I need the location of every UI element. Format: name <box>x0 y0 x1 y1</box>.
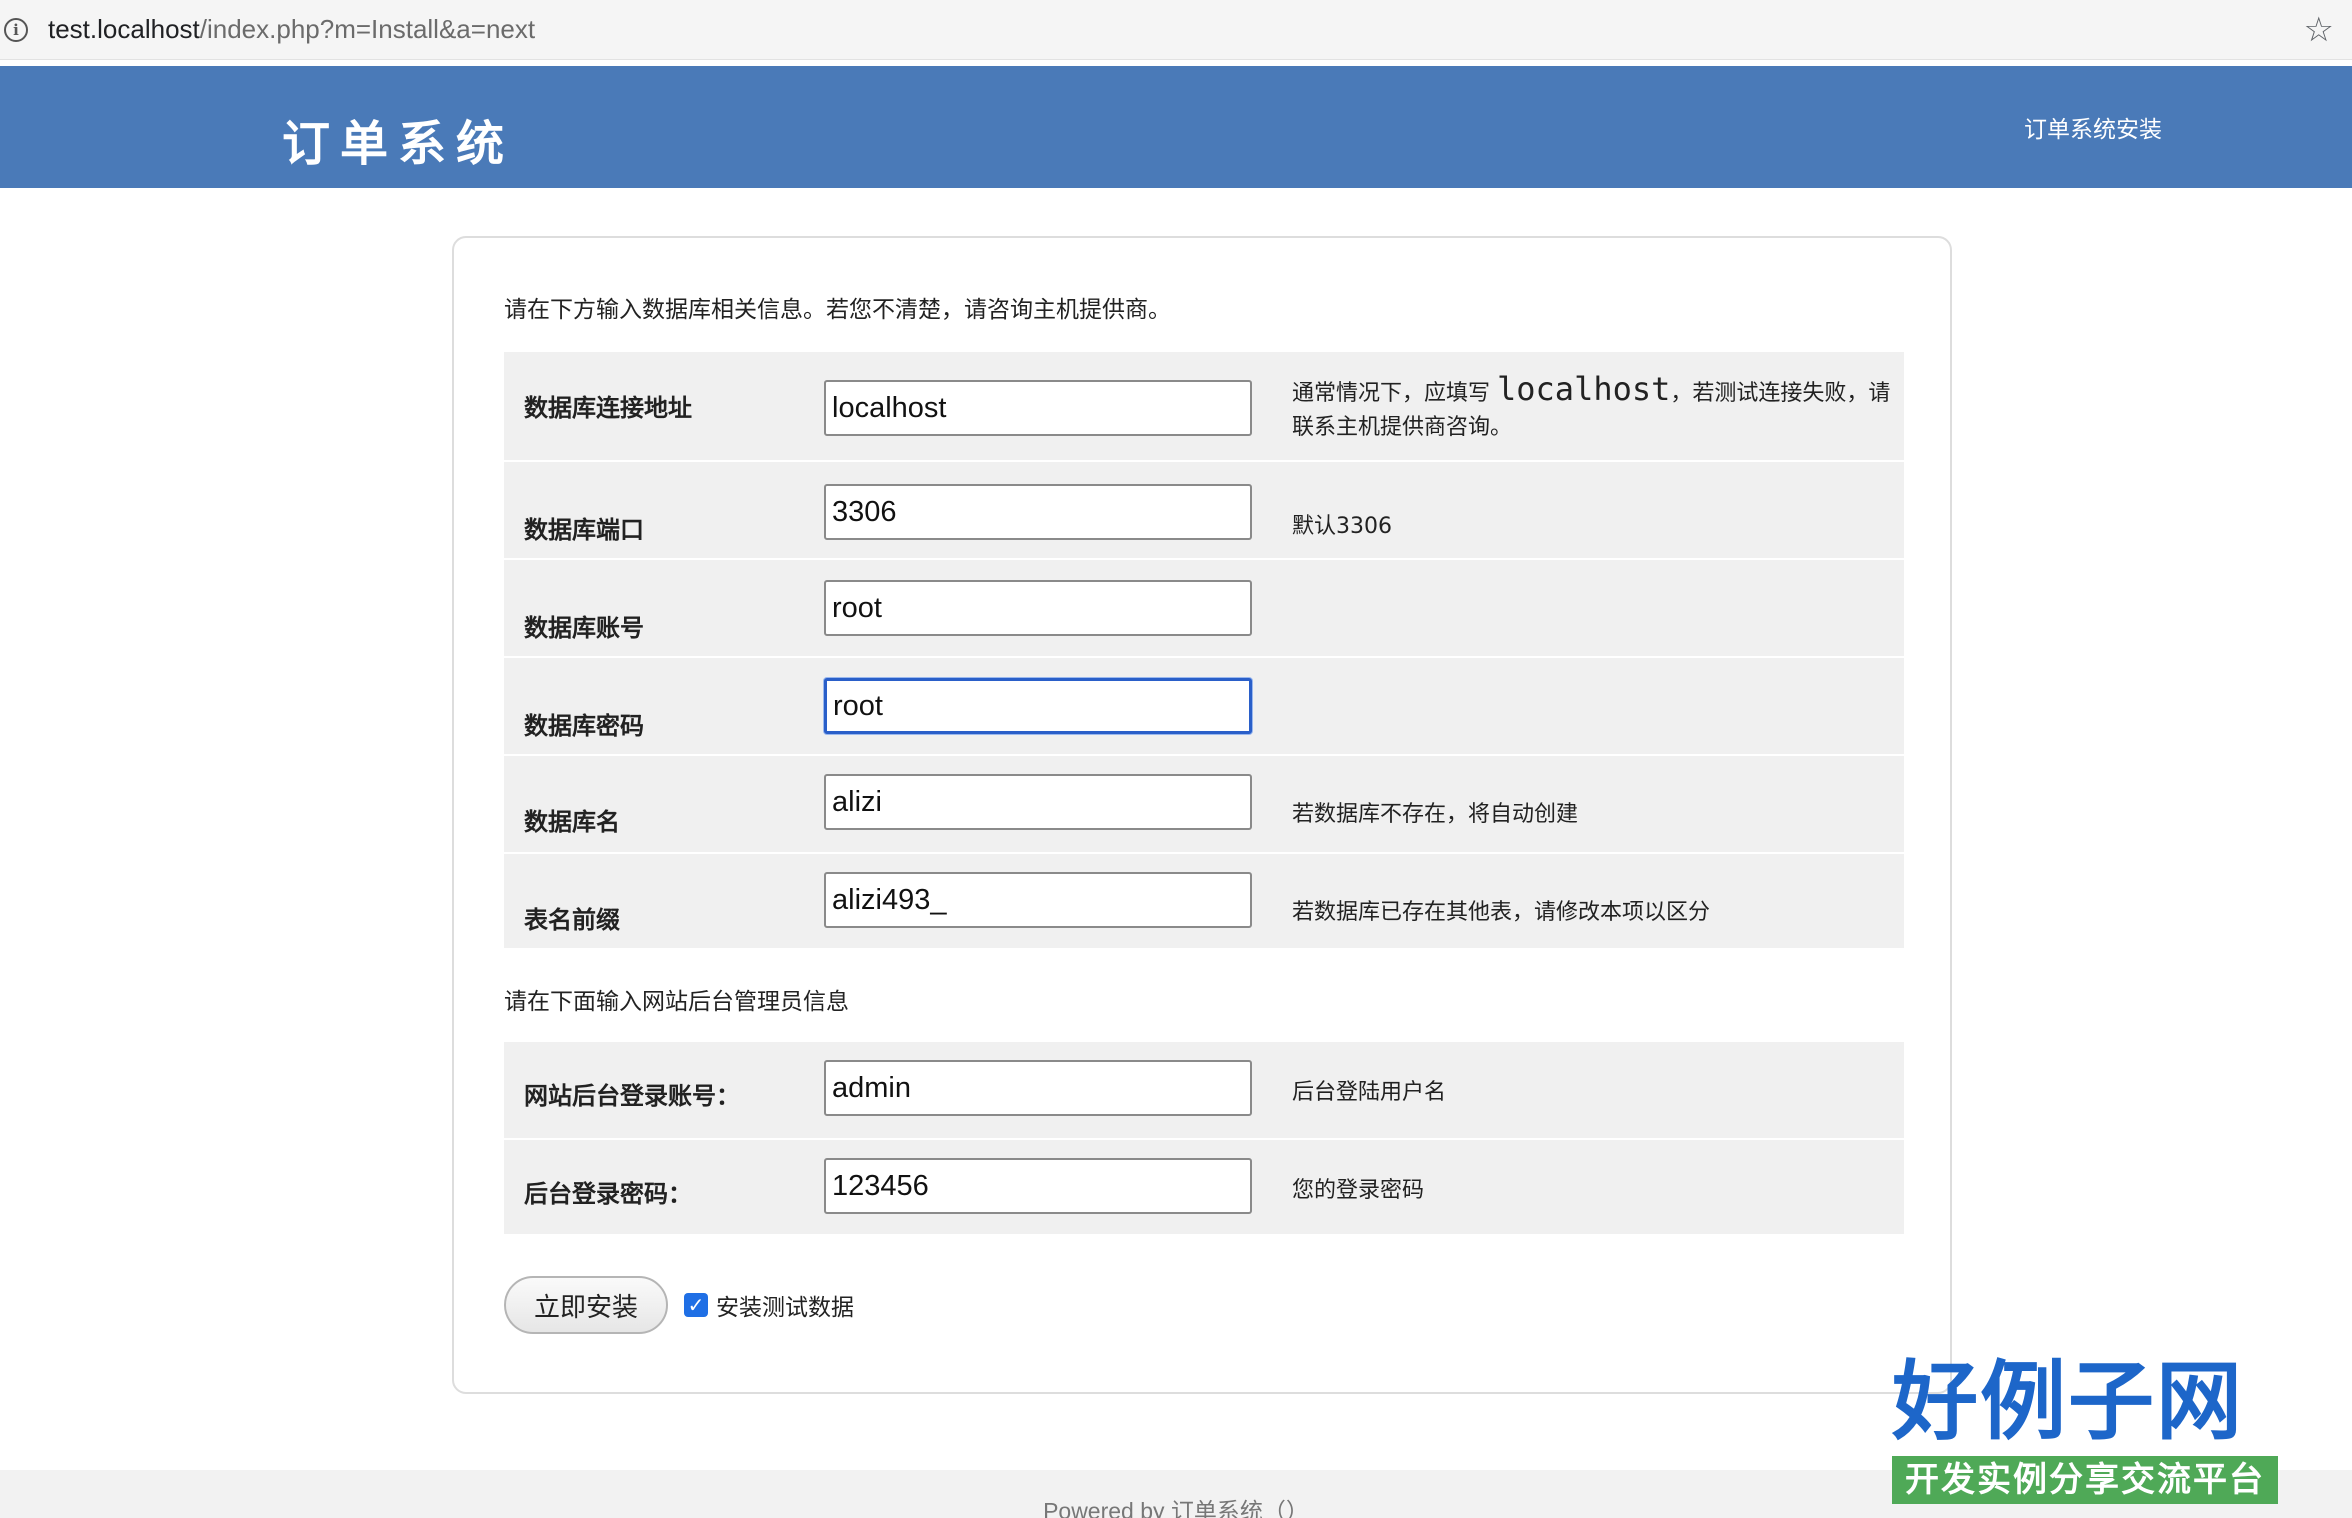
table-row: 表名前缀 若数据库已存在其他表，请修改本项以区分 <box>504 854 1904 950</box>
admin-password-input[interactable] <box>824 1158 1252 1214</box>
admin-account-input[interactable] <box>824 1060 1252 1116</box>
db-name-hint: 若数据库不存在，将自动创建 <box>1292 802 1579 827</box>
table-prefix-input[interactable] <box>824 872 1252 928</box>
admin-settings-table: 网站后台登录账号： 后台登陆用户名 后台登录密码： 您的登录密码 <box>504 1042 1904 1236</box>
url-text[interactable]: test.localhost/index.php?m=Install&a=nex… <box>48 14 535 45</box>
db-name-label: 数据库名 <box>524 808 620 836</box>
checkbox-checked-icon[interactable]: ✓ <box>684 1293 708 1317</box>
test-data-checkbox[interactable]: ✓ 安装测试数据 <box>684 1288 854 1322</box>
db-password-label: 数据库密码 <box>524 712 644 740</box>
db-intro-text: 请在下方输入数据库相关信息。若您不清楚，请咨询主机提供商。 <box>504 297 1171 323</box>
admin-password-label: 后台登录密码： <box>524 1180 692 1208</box>
admin-account-hint: 后台登陆用户名 <box>1292 1080 1447 1105</box>
form-actions: 立即安装 ✓ 安装测试数据 <box>504 1276 854 1334</box>
install-panel: 请在下方输入数据库相关信息。若您不清楚，请咨询主机提供商。 数据库连接地址 通常… <box>452 236 1952 1394</box>
db-user-input[interactable] <box>824 580 1252 636</box>
table-row: 数据库名 若数据库不存在，将自动创建 <box>504 756 1904 854</box>
table-row: 网站后台登录账号： 后台登陆用户名 <box>504 1042 1904 1140</box>
db-password-input[interactable] <box>824 678 1252 734</box>
site-header: 订单系统 订单系统安装 <box>0 66 2352 188</box>
table-prefix-label: 表名前缀 <box>524 906 620 934</box>
site-logo[interactable]: 订单系统 <box>282 104 514 174</box>
admin-password-hint: 您的登录密码 <box>1292 1178 1425 1203</box>
db-host-input[interactable] <box>824 380 1252 436</box>
db-host-hint: 通常情况下，应填写 localhost，若测试连接失败，请联系主机提供商咨询。 <box>1292 372 1892 445</box>
table-row: 数据库账号 <box>504 560 1904 658</box>
table-row: 后台登录密码： 您的登录密码 <box>504 1140 1904 1236</box>
table-row: 数据库连接地址 通常情况下，应填写 localhost，若测试连接失败，请联系主… <box>504 352 1904 462</box>
url-host: test.localhost <box>48 14 200 44</box>
bookmark-star-icon[interactable]: ☆ <box>2304 10 2334 50</box>
db-port-hint: 默认3306 <box>1292 514 1392 539</box>
table-prefix-hint: 若数据库已存在其他表，请修改本项以区分 <box>1292 900 1711 925</box>
db-host-label: 数据库连接地址 <box>524 394 692 422</box>
db-host-hint-text: 通常情况下，应填写 <box>1292 381 1497 406</box>
db-name-input[interactable] <box>824 774 1252 830</box>
install-now-button[interactable]: 立即安装 <box>504 1276 668 1334</box>
db-host-hint-code: localhost <box>1497 370 1671 408</box>
admin-account-label: 网站后台登录账号： <box>524 1082 740 1110</box>
watermark-logo: 好例子网 开发实例分享交流平台 <box>1892 1352 2278 1510</box>
db-settings-table: 数据库连接地址 通常情况下，应填写 localhost，若测试连接失败，请联系主… <box>504 352 1904 950</box>
nav-install-link[interactable]: 订单系统安装 <box>2024 110 2162 144</box>
db-user-label: 数据库账号 <box>524 614 644 642</box>
watermark-brand-name: 好例子网 <box>1892 1351 2244 1452</box>
db-port-input[interactable] <box>824 484 1252 540</box>
url-path: /index.php?m=Install&a=next <box>199 14 536 44</box>
table-row: 数据库端口 默认3306 <box>504 462 1904 560</box>
admin-intro-text: 请在下面输入网站后台管理员信息 <box>504 989 849 1015</box>
browser-address-bar[interactable]: i test.localhost/index.php?m=Install&a=n… <box>0 0 2352 60</box>
db-port-label: 数据库端口 <box>524 516 644 544</box>
footer-text: Powered by 订单系统（） <box>1043 1498 1309 1518</box>
test-data-label[interactable]: 安装测试数据 <box>716 1288 854 1322</box>
table-row: 数据库密码 <box>504 658 1904 756</box>
watermark-brand-tagline: 开发实例分享交流平台 <box>1892 1456 2278 1504</box>
info-icon[interactable]: i <box>4 17 28 42</box>
